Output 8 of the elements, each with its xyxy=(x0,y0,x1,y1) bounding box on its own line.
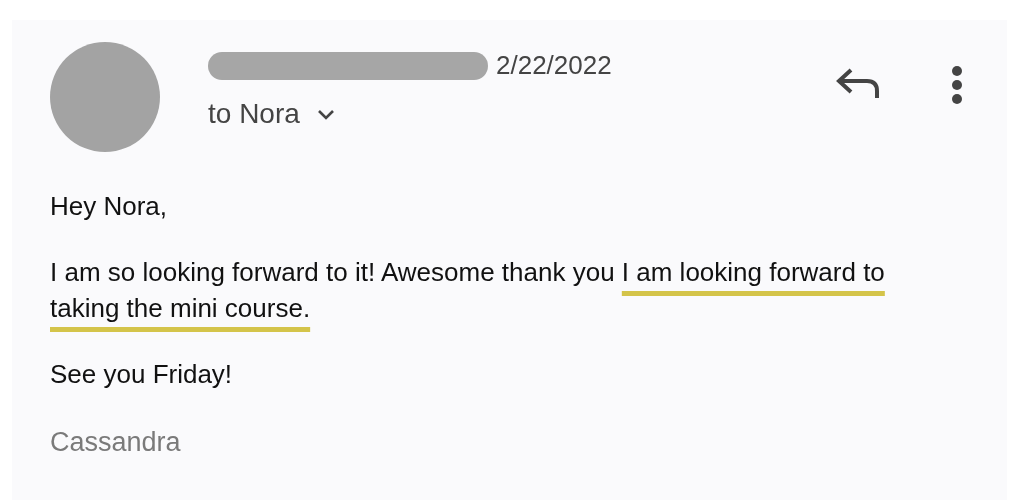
reply-icon[interactable] xyxy=(835,66,881,100)
paragraph: See you Friday! xyxy=(50,358,234,391)
paragraph: I am so looking forward to it! Awesome thank you I am looking forward to taking the mini course. xyxy=(50,256,886,325)
paragraph: Hey Nora, xyxy=(50,190,169,223)
signature: Cassandra xyxy=(50,426,182,459)
more-icon[interactable] xyxy=(951,66,963,104)
date: 2/22/2022 xyxy=(496,49,612,82)
recipient-label: to Nora xyxy=(208,97,300,131)
